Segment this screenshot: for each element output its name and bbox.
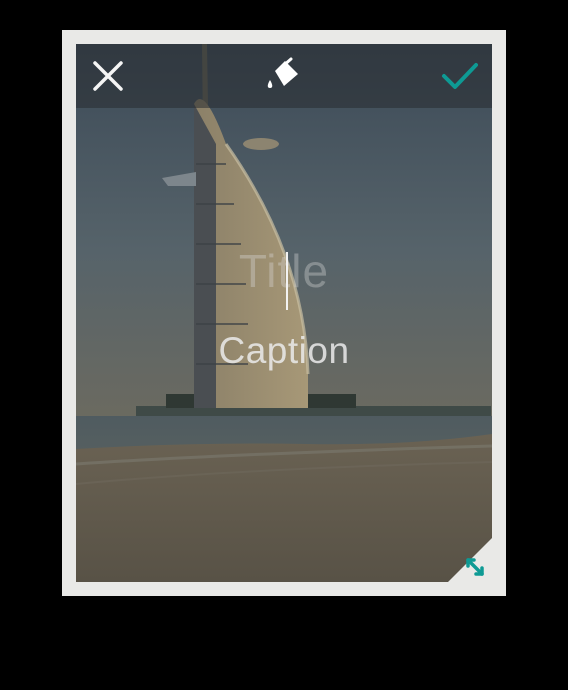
close-icon [93, 61, 123, 91]
image-card: Title Caption [62, 30, 506, 596]
confirm-button[interactable] [428, 44, 492, 108]
background-photo: Title Caption [76, 44, 492, 582]
checkmark-icon [442, 63, 478, 89]
text-cursor [286, 252, 288, 310]
editor-toolbar [76, 44, 492, 108]
resize-icon [448, 538, 492, 582]
resize-handle[interactable] [448, 538, 492, 582]
fill-color-button[interactable] [252, 44, 316, 108]
close-button[interactable] [76, 44, 140, 108]
burj-al-arab-photo [76, 44, 492, 582]
paint-bucket-icon [267, 57, 298, 88]
caption-text[interactable]: Caption [76, 330, 492, 372]
title-input[interactable]: Title [76, 244, 492, 298]
